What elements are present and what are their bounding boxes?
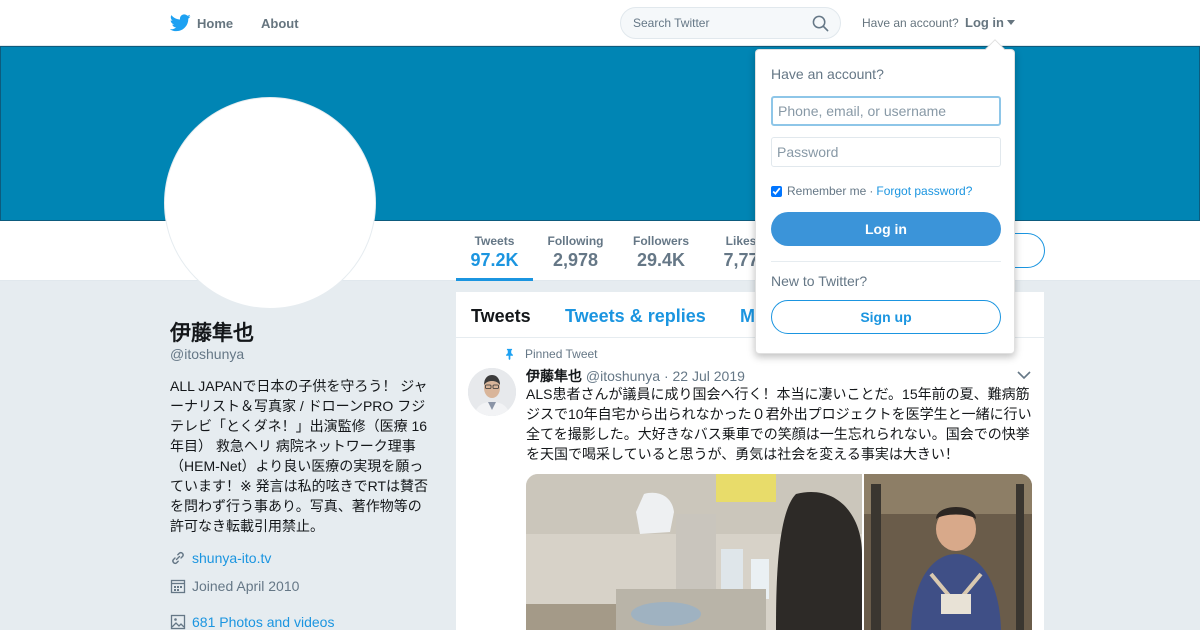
stat-label: Following	[547, 234, 604, 248]
search-box	[620, 7, 841, 39]
dropdown-divider	[771, 261, 1001, 262]
twitter-bird-icon	[170, 14, 191, 32]
tweet-header: 伊藤隼也 @itoshunya · 22 Jul 2019	[526, 366, 745, 386]
stat-value: 2,978	[552, 250, 599, 270]
remember-me-row: Remember me · Forgot password?	[771, 184, 972, 198]
nav-about-label: About	[261, 15, 299, 31]
author-photo	[468, 368, 516, 416]
username-field[interactable]	[771, 96, 1001, 126]
have-account-text: Have an account?	[862, 16, 959, 30]
chevron-down-icon[interactable]	[1017, 370, 1031, 380]
stat-following[interactable]: Following 2,978	[540, 221, 611, 281]
login-dropdown-toggle[interactable]: Log in	[965, 15, 1015, 30]
stat-value: 97.2K	[470, 250, 519, 270]
login-dropdown-title: Have an account?	[771, 66, 884, 82]
profile-joined: Joined April 2010	[170, 578, 299, 594]
profile-name[interactable]: 伊藤隼也	[170, 317, 254, 347]
tab-media[interactable]: M	[740, 306, 755, 327]
pinned-tweet-context: Pinned Tweet	[504, 347, 598, 361]
tweet-photos	[526, 474, 1032, 630]
calendar-icon	[170, 579, 186, 594]
tweet-author-name[interactable]: 伊藤隼也	[526, 368, 582, 384]
tweet-author-avatar[interactable]	[468, 368, 516, 416]
pinned-label: Pinned Tweet	[525, 347, 598, 361]
tweet-separator: ·	[663, 368, 669, 384]
link-icon	[172, 552, 184, 564]
new-to-twitter-text: New to Twitter?	[771, 273, 868, 289]
login-button[interactable]: Log in	[771, 212, 1001, 246]
photo-icon	[170, 614, 186, 630]
forgot-password-link[interactable]: Forgot password?	[876, 184, 972, 198]
stat-value: 29.4K	[636, 250, 686, 270]
login-toggle-label: Log in	[965, 15, 1004, 30]
stat-label: Followers	[632, 234, 689, 248]
tweet-author-handle[interactable]: @itoshunya	[586, 368, 660, 384]
profile-handle[interactable]: @itoshunya	[170, 346, 244, 362]
search-input[interactable]	[633, 15, 803, 31]
stat-label: Tweets	[474, 234, 515, 248]
top-navigation: Home About Have an account? Log in	[0, 0, 1200, 46]
login-dropdown: Have an account? Remember me · Forgot pa…	[755, 39, 1015, 354]
profile-photos: 681 Photos and videos	[170, 614, 334, 630]
tab-tweets-replies[interactable]: Tweets & replies	[565, 306, 706, 327]
pin-icon	[506, 348, 513, 360]
remember-me-checkbox[interactable]	[771, 185, 782, 197]
profile-bio: ALL JAPANで日本の子供を守ろう！ ジャーナリスト＆写真家 / ドローンP…	[170, 378, 429, 534]
profile-photos-link[interactable]: 681 Photos and videos	[192, 614, 334, 630]
tweet-date[interactable]: 22 Jul 2019	[673, 368, 745, 384]
profile-joined-label: Joined April 2010	[192, 578, 300, 594]
stat-tweets[interactable]: Tweets 97.2K	[456, 221, 533, 281]
stat-followers[interactable]: Followers 29.4K	[625, 221, 697, 281]
nav-about[interactable]: About	[261, 0, 299, 46]
profile-avatar[interactable]	[164, 97, 376, 309]
profile-website: shunya-ito.tv	[170, 550, 271, 566]
remember-me-label[interactable]: Remember me	[787, 184, 866, 198]
remember-separator: ·	[869, 184, 874, 198]
password-field[interactable]	[771, 137, 1001, 167]
tweet-text: ALS患者さんが議員に成り国会へ行く！本当に凄いことだ。15年前の夏、難病筋ジス…	[526, 386, 1032, 462]
caret-down-icon	[1007, 20, 1015, 25]
search-icon[interactable]	[812, 15, 829, 32]
tab-tweets[interactable]: Tweets	[471, 306, 531, 327]
signup-button[interactable]: Sign up	[771, 300, 1001, 334]
nav-home-label: Home	[197, 15, 234, 31]
tweet-media[interactable]	[526, 474, 1032, 630]
nav-home[interactable]: Home	[170, 0, 233, 46]
profile-website-link[interactable]: shunya-ito.tv	[192, 550, 271, 566]
